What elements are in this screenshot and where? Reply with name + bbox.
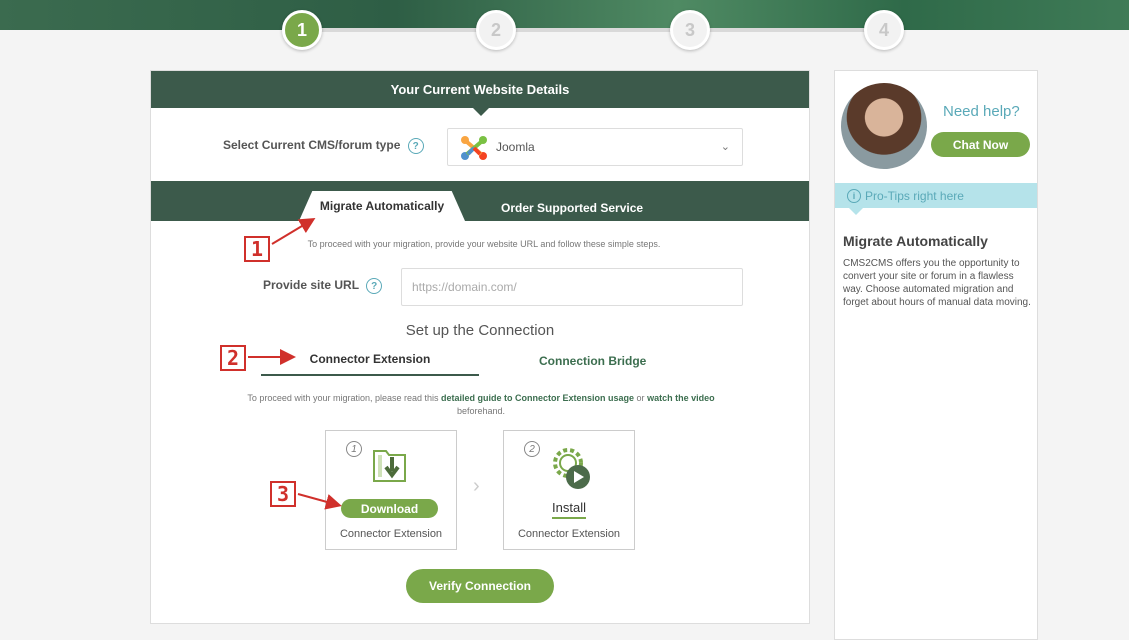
tip-text: CMS2CMS offers you the opportunity to co… — [843, 258, 1031, 308]
chat-now-button[interactable]: Chat Now — [931, 132, 1030, 157]
help-sidebar: Need help? Chat Now i Pro-Tips right her… — [834, 70, 1038, 640]
info-icon: i — [847, 188, 861, 203]
arrow-3 — [297, 493, 342, 510]
arrow-1 — [271, 217, 316, 245]
tip-title: Migrate Automatically — [843, 233, 988, 249]
protips-banner: i Pro-Tips right here — [835, 183, 1037, 215]
need-help-label: Need help? — [943, 103, 1020, 120]
support-agent-avatar — [841, 83, 927, 169]
